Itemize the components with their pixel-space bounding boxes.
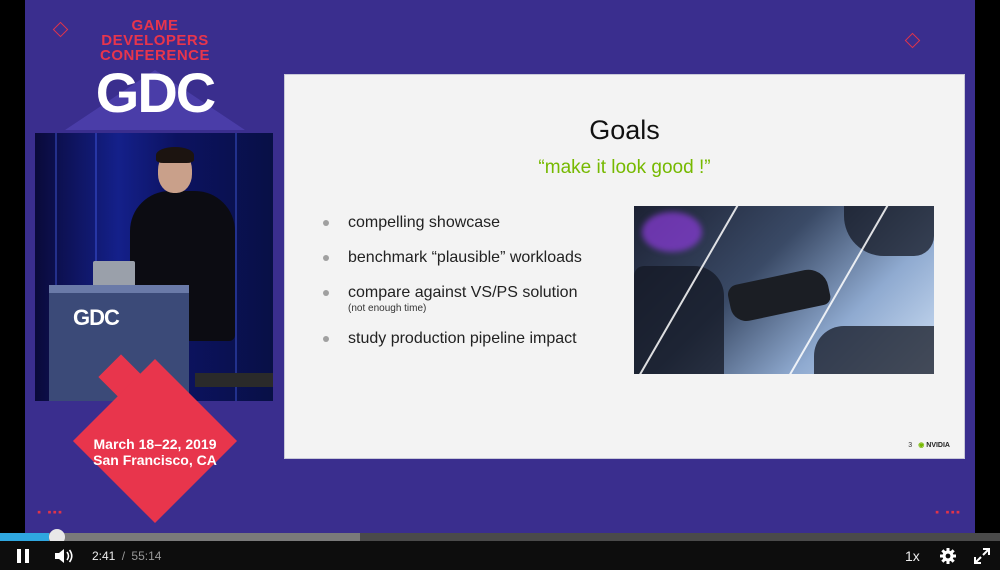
dots-decoration: ▪ ▪▪▪ (37, 508, 64, 516)
playback-speed-button[interactable]: 1x (905, 548, 920, 564)
video-frame: ▪ ▪▪▪ ▪ ▪▪▪ GAME DEVELOPERS CONFERENCE G… (25, 0, 975, 533)
podium-logo: GDC (73, 305, 120, 330)
event-dates: March 18–22, 2019 (93, 436, 217, 452)
slide-subtitle: “make it look good !” (538, 157, 711, 178)
slide-title: Goals (589, 115, 660, 145)
bullet-item: study production pipeline impact (323, 329, 582, 349)
conference-line-1: GAME (131, 17, 179, 34)
player-controls: 2:41 / 55:14 1x (0, 541, 1000, 570)
seek-played (0, 533, 49, 541)
event-location: San Francisco, CA (93, 452, 217, 468)
laptop (93, 261, 135, 287)
showcase-render-image (634, 206, 934, 374)
gdc-header: GAME DEVELOPERS CONFERENCE GDC (70, 18, 240, 121)
video-area[interactable]: ▪ ▪▪▪ ▪ ▪▪▪ GAME DEVELOPERS CONFERENCE G… (0, 0, 1000, 533)
play-pause-button[interactable] (8, 541, 38, 570)
diamond-decoration (52, 21, 69, 38)
settings-button[interactable] (934, 541, 962, 570)
slide-page-number: 3 (908, 441, 913, 449)
volume-button[interactable] (48, 541, 80, 570)
bullet-item: compelling showcase (323, 213, 582, 233)
rock-shard (814, 326, 934, 374)
slide-footer: 3 ◉ NVIDIA (908, 441, 950, 450)
fullscreen-icon (974, 547, 990, 564)
bullet-item: benchmark “plausible” workloads (323, 248, 582, 268)
duration: 55:14 (131, 549, 162, 563)
dots-decoration: ▪ ▪▪▪ (935, 508, 962, 516)
time-display: 2:41 / 55:14 (92, 549, 161, 563)
bullet-text: compare against VS/PS solution (348, 284, 578, 301)
rock-shard (844, 206, 934, 256)
bullet-item: compare against VS/PS solution (not enou… (323, 283, 582, 314)
pause-icon (17, 548, 29, 563)
bullet-text: compelling showcase (348, 214, 501, 231)
seek-bar[interactable] (0, 529, 1000, 545)
current-time: 2:41 (92, 549, 116, 563)
speaker-hair (156, 147, 194, 163)
conference-line-2: DEVELOPERS (101, 32, 209, 49)
gear-icon (940, 547, 956, 564)
presentation-slide: Goals “make it look good !” compelling s… (284, 74, 965, 459)
nvidia-wordmark: NVIDIA (926, 442, 950, 449)
fullscreen-button[interactable] (968, 541, 996, 570)
spaceship (726, 266, 832, 324)
slide-bullets: compelling showcase benchmark “plausible… (323, 213, 582, 349)
gdc-logo: GDC (95, 61, 216, 124)
bullet-text: study production pipeline impact (348, 330, 577, 347)
bullet-note: (not enough time) (348, 303, 427, 314)
nvidia-logo: ◉ NVIDIA (918, 441, 950, 449)
table-equipment (195, 373, 273, 387)
volume-icon (55, 548, 73, 563)
diamond-decoration (904, 32, 921, 49)
curtain-fold (235, 133, 237, 401)
nvidia-eye-icon: ◉ (918, 442, 925, 449)
bullet-text: benchmark “plausible” workloads (348, 249, 582, 266)
event-info: March 18–22, 2019 San Francisco, CA (70, 436, 240, 468)
time-separator: / (121, 549, 126, 563)
purple-glow (642, 212, 702, 252)
